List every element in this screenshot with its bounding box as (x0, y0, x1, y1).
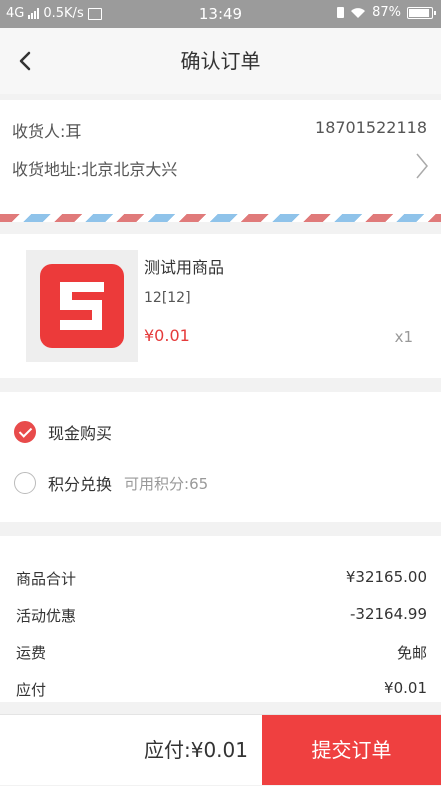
product-logo (40, 264, 124, 348)
summary-label: 运费 (16, 644, 47, 662)
order-summary: 商品合计 ¥32165.00 活动优惠 -32164.99 运费 免邮 应付 ¥… (0, 536, 441, 702)
payment-options: 现金购买 积分兑换 可用积分:65 (0, 392, 441, 522)
summary-row-shipping: 运费 免邮 (16, 642, 427, 663)
product-quantity: x1 (394, 328, 413, 346)
address-card[interactable]: 收货人:耳 18701522118 收货地址:北京北京大兴 (0, 100, 441, 214)
shipping-address: 收货地址:北京北京大兴 (12, 160, 178, 179)
battery-charging-icon (337, 7, 345, 18)
available-points: 可用积分:65 (124, 474, 209, 493)
product-item: 测试用商品 12[12] ¥0.01 x1 (0, 234, 441, 378)
chevron-right-icon[interactable] (415, 152, 429, 180)
airmail-divider (0, 214, 441, 222)
radio-unchecked-icon[interactable] (14, 472, 36, 494)
summary-value: ¥0.01 (384, 679, 427, 697)
product-name: 测试用商品 (144, 258, 225, 277)
recipient-name: 收货人:耳 (12, 122, 82, 141)
status-bar: 4G 0.5K/s 13:49 87% (0, 0, 441, 28)
page-title: 确认订单 (180, 49, 261, 73)
recipient-phone: 18701522118 (315, 118, 427, 137)
battery-icon (407, 6, 436, 19)
summary-label: 活动优惠 (16, 607, 77, 625)
wifi-icon (351, 7, 366, 18)
summary-value: -32164.99 (350, 605, 427, 623)
payment-option-points[interactable]: 积分兑换 可用积分:65 (14, 471, 208, 495)
product-spec: 12[12] (144, 290, 191, 306)
product-image (26, 250, 138, 362)
recipient-row: 收货人:耳 18701522118 (12, 118, 427, 142)
payment-option-label: 积分兑换 (48, 475, 113, 494)
summary-label: 商品合计 (16, 570, 77, 588)
battery-percent: 87% (372, 5, 401, 20)
summary-value: ¥32165.00 (345, 568, 427, 586)
summary-row-subtotal: 商品合计 ¥32165.00 (16, 568, 427, 589)
status-right: 87% (337, 5, 436, 20)
nav-bar: 确认订单 (0, 28, 441, 94)
radio-checked-icon[interactable] (14, 421, 36, 443)
payable-total: 应付:¥0.01 (144, 738, 248, 762)
product-price: ¥0.01 (144, 326, 190, 345)
checkout-bar: 应付:¥0.01 提交订单 (0, 714, 441, 785)
summary-value: 免邮 (396, 644, 427, 662)
summary-row-payable: 应付 ¥0.01 (16, 679, 427, 700)
summary-label: 应付 (16, 681, 47, 699)
payment-option-label: 现金购买 (48, 424, 113, 443)
logo-mark-icon (60, 282, 104, 330)
payment-option-cash[interactable]: 现金购买 (14, 420, 112, 444)
summary-row-discount: 活动优惠 -32164.99 (16, 605, 427, 626)
submit-order-button[interactable]: 提交订单 (262, 715, 441, 785)
